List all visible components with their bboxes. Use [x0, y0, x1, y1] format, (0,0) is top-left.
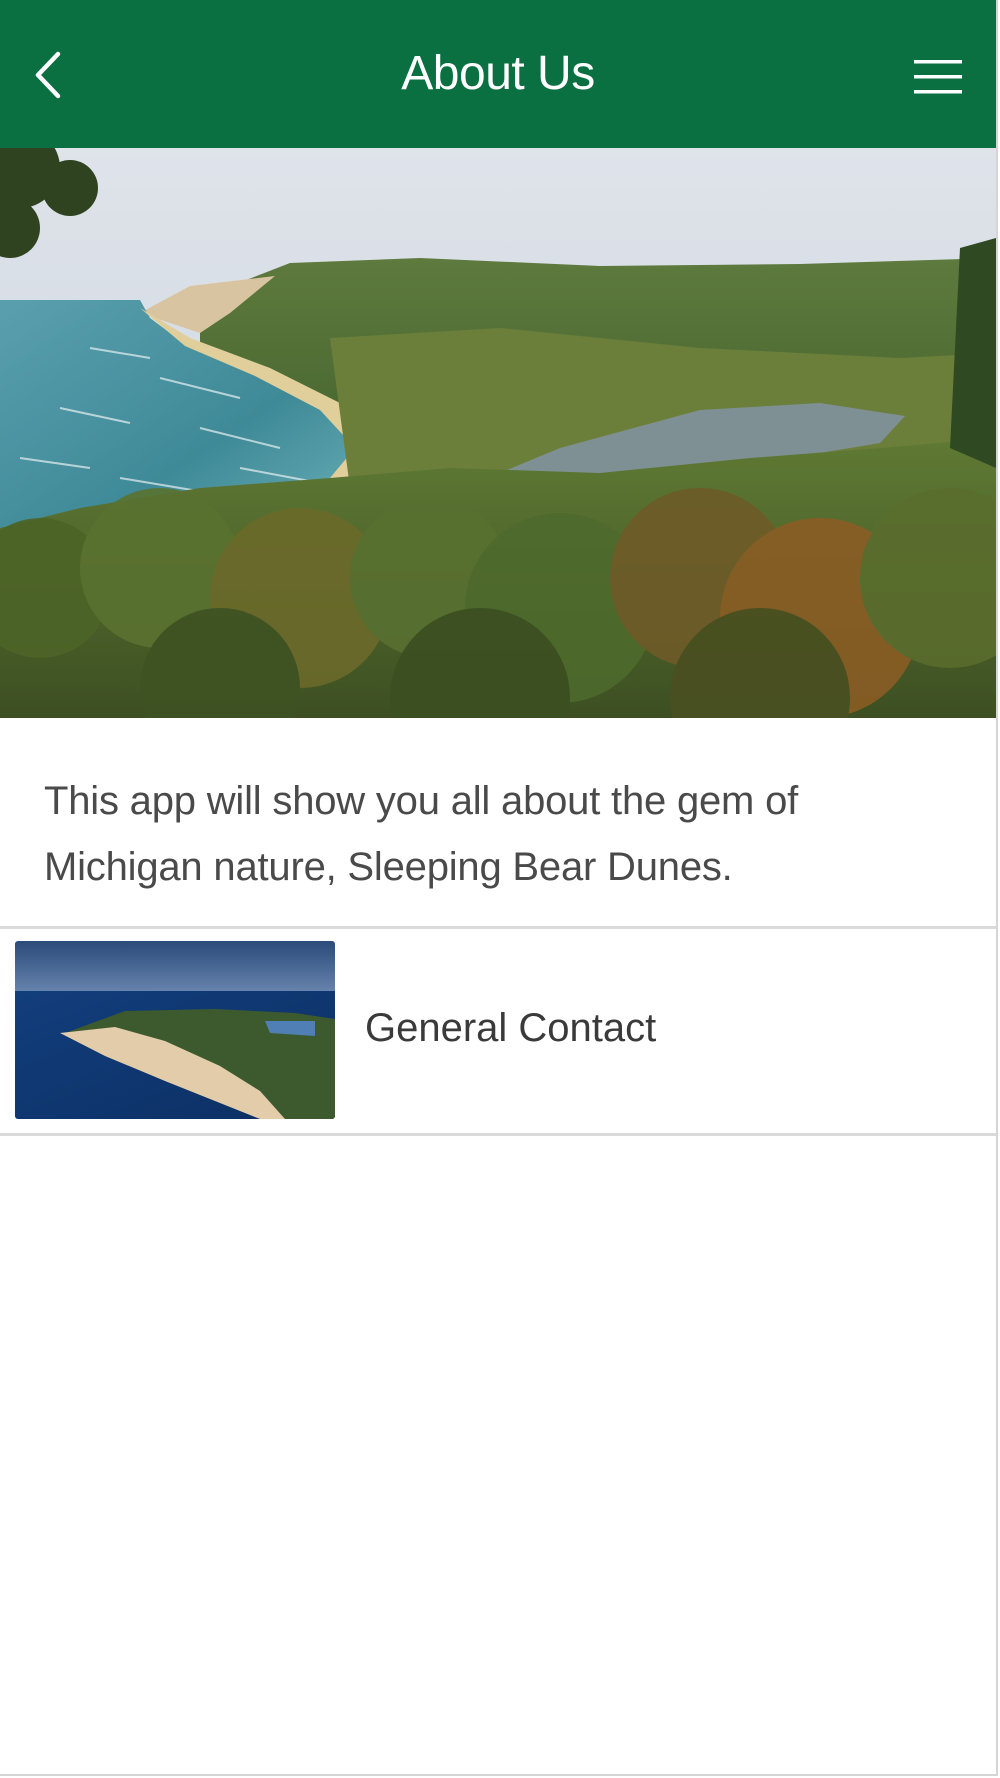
- intro-text: This app will show you all about the gem…: [44, 779, 799, 889]
- landscape-photo: [0, 148, 996, 718]
- aerial-dunes-photo: [15, 941, 335, 1119]
- app-screen: About Us This app will show you all abou…: [0, 0, 998, 1776]
- back-button[interactable]: [24, 38, 84, 110]
- divider: [0, 1133, 996, 1136]
- list-item-thumbnail: [15, 941, 335, 1119]
- menu-button[interactable]: [904, 52, 970, 102]
- page-title: About Us: [401, 47, 595, 100]
- hamburger-menu-icon: [914, 60, 962, 94]
- chevron-left-icon: [35, 51, 61, 99]
- list-item-general-contact[interactable]: General Contact: [0, 929, 996, 1133]
- hero-image: [0, 148, 996, 718]
- list-item-label: General Contact: [365, 1006, 657, 1050]
- top-app-bar: About Us: [0, 0, 996, 148]
